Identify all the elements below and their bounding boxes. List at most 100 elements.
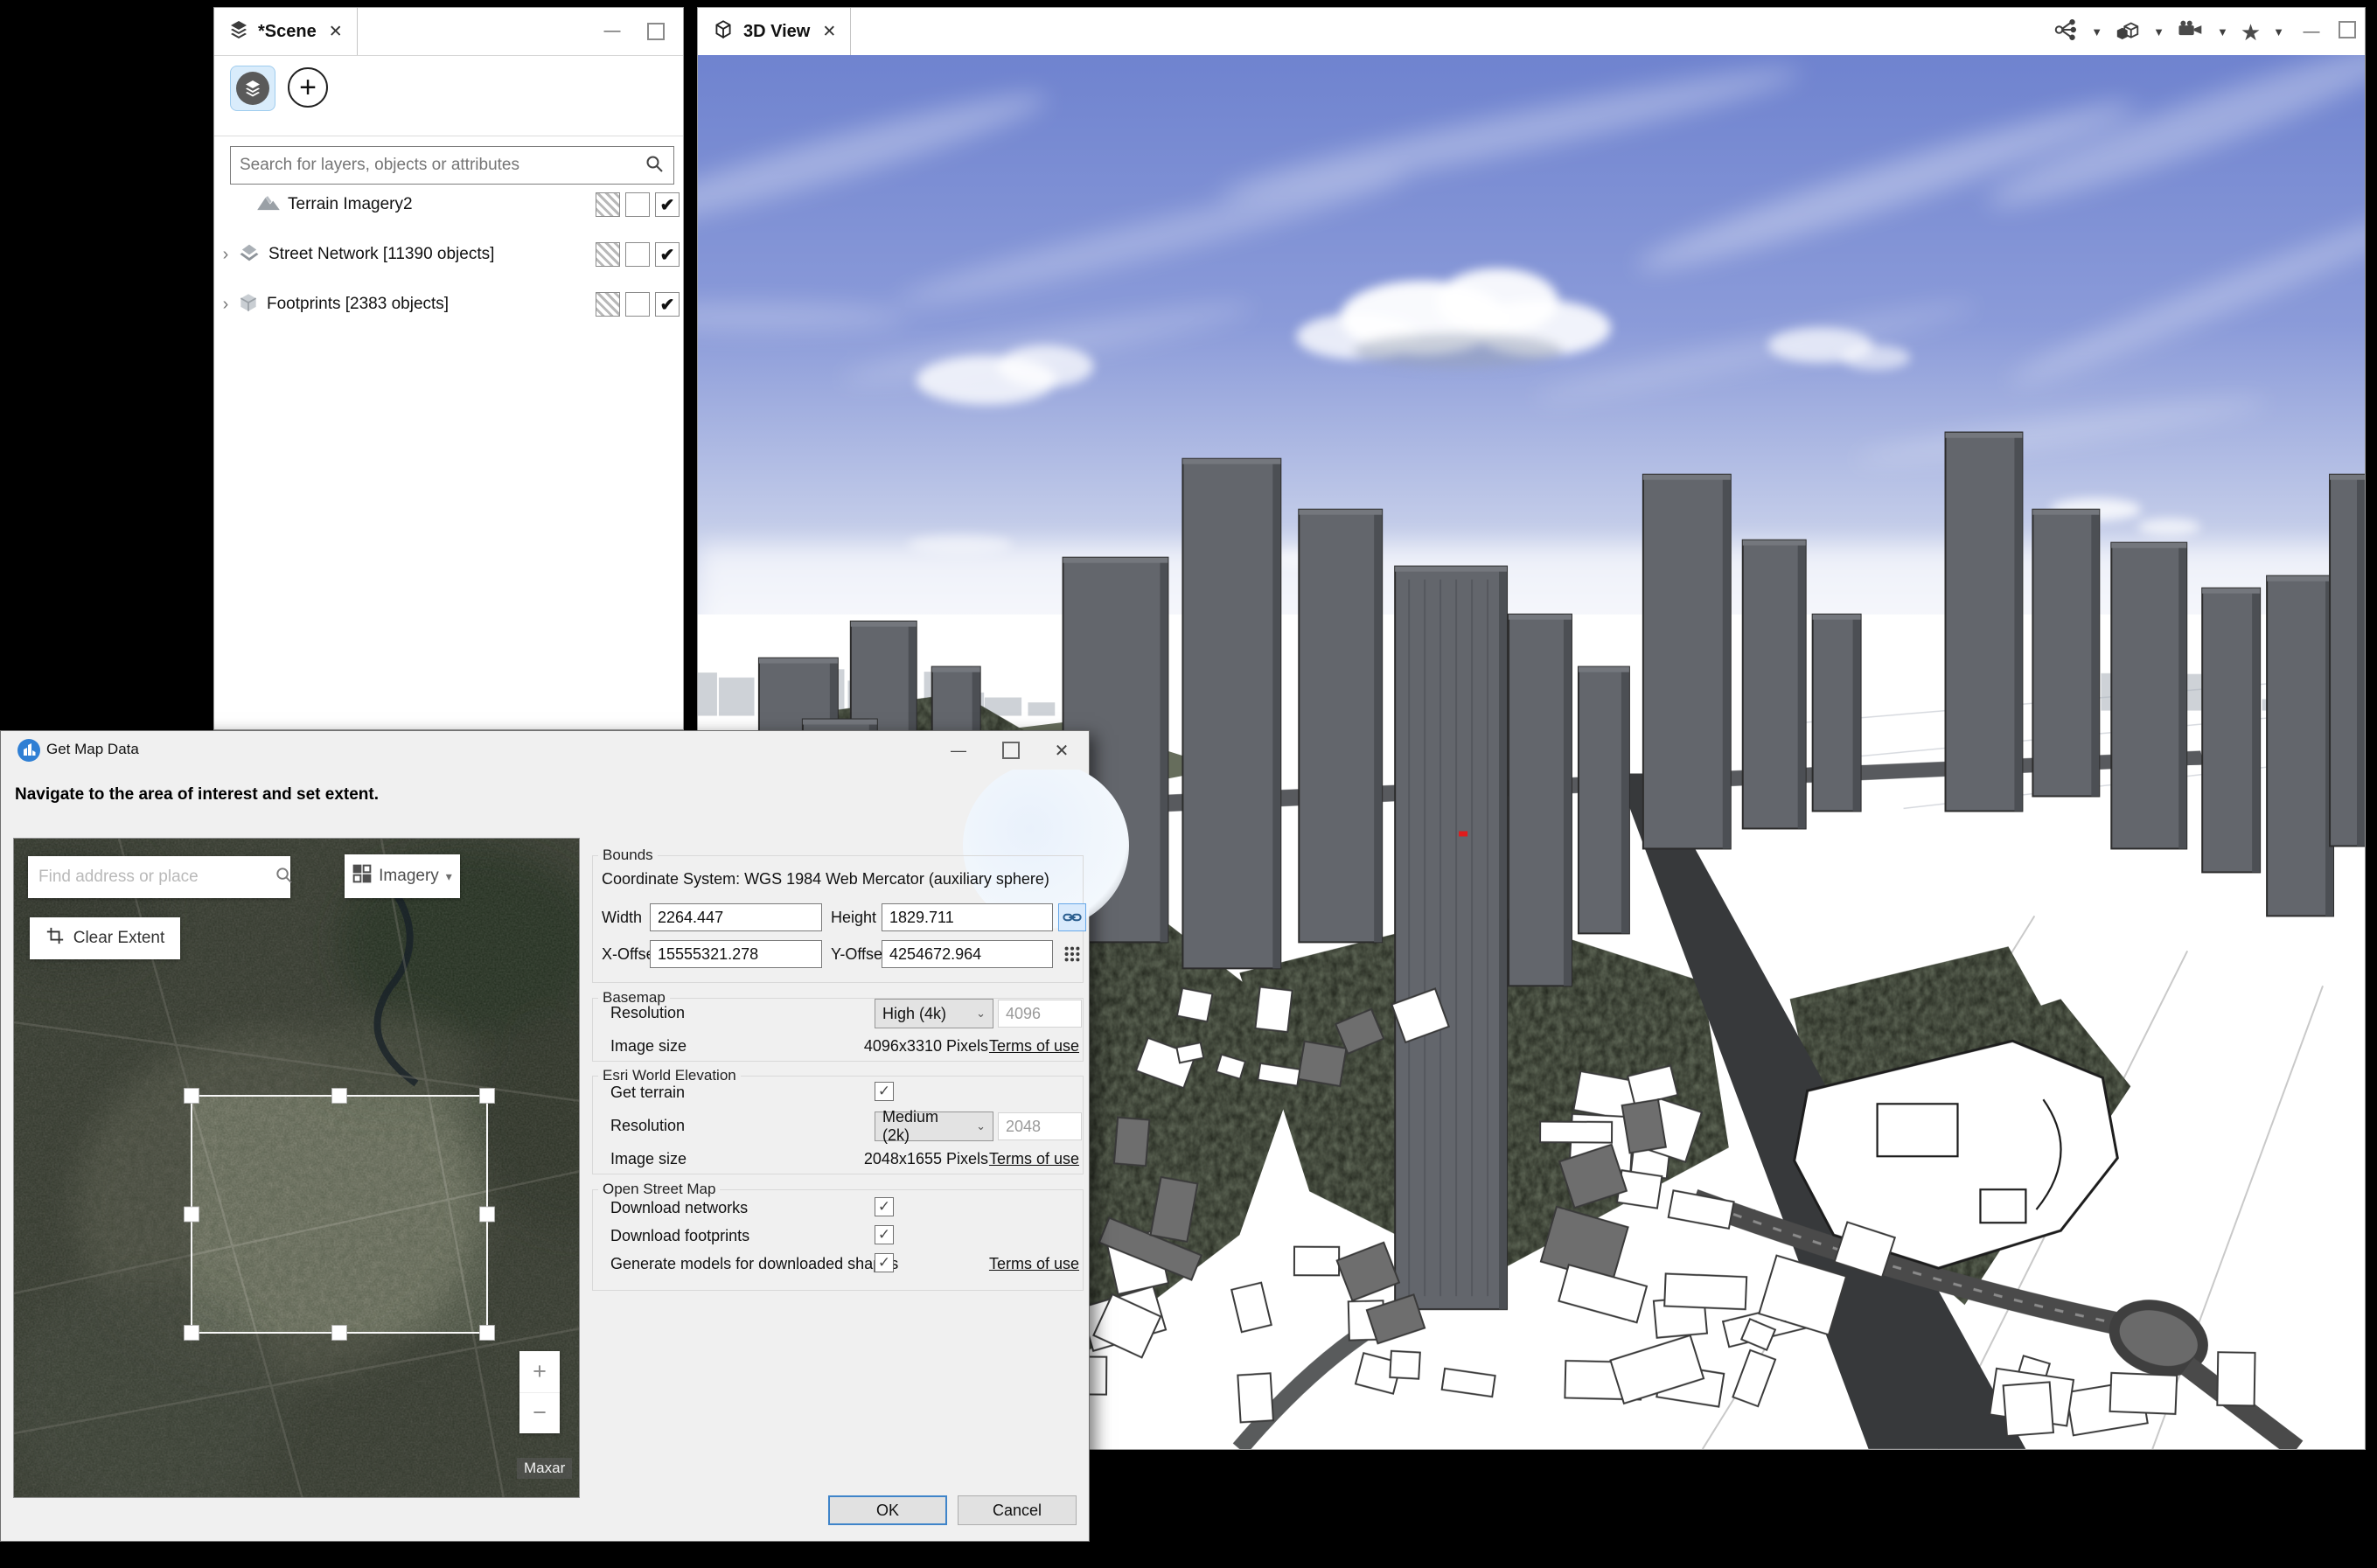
bounds-group-label: Bounds xyxy=(598,847,658,864)
generate-models-checkbox[interactable]: ✓ xyxy=(875,1253,894,1272)
basemap-dropdown-icon: ▾ xyxy=(446,869,452,884)
y-offset-input[interactable] xyxy=(882,941,1052,967)
map-search-input[interactable] xyxy=(28,868,263,887)
tab-scene-label: *Scene xyxy=(258,22,317,42)
width-label: Width xyxy=(602,909,642,927)
basemap-resolution-select[interactable]: High (4k)⌄ xyxy=(875,999,993,1028)
clear-extent-button[interactable]: Clear Extent xyxy=(30,917,180,959)
x-offset-field xyxy=(650,940,822,968)
dialog-maximize-button[interactable] xyxy=(993,736,1029,764)
coordinate-system-text: Coordinate System: WGS 1984 Web Mercator… xyxy=(602,870,1049,889)
add-layer-button[interactable]: + xyxy=(288,67,328,108)
tab-scene-close-icon[interactable]: ✕ xyxy=(325,22,343,42)
basemap-resolution-pixels-field xyxy=(998,1000,1082,1028)
red-marker xyxy=(1459,831,1467,836)
model-cube-icon[interactable] xyxy=(2115,17,2141,47)
layer-row-footprints[interactable]: › Footprints [2383 objects] ✔ xyxy=(214,284,683,324)
tab-3d-view-close-icon[interactable]: ✕ xyxy=(819,22,836,42)
basemap-image-size-label: Image size xyxy=(610,1037,687,1056)
layers-view-button[interactable] xyxy=(230,66,275,111)
elevation-resolution-pixels-field xyxy=(998,1112,1082,1140)
basemap-gallery-button[interactable]: Imagery ▾ xyxy=(345,854,460,898)
elevation-terms-link[interactable]: Terms of use xyxy=(989,1150,1079,1168)
layer-footprints-visible-toggle[interactable]: ✔ xyxy=(655,292,680,317)
elevation-image-size-value: 2048x1655 Pixels xyxy=(864,1150,988,1168)
footprints-layer-icon xyxy=(237,292,260,317)
osm-group-label: Open Street Map xyxy=(598,1181,720,1198)
bookmark-star-icon[interactable]: ★ xyxy=(2241,24,2261,41)
basemap-image-size-value: 4096x3310 Pixels xyxy=(864,1037,988,1056)
app-logo-icon xyxy=(17,738,41,767)
tab-scene[interactable]: *Scene ✕ xyxy=(214,8,358,55)
layer-name: Street Network [11390 objects] xyxy=(268,245,590,264)
zoom-in-button[interactable]: + xyxy=(519,1351,560,1393)
zoom-out-button[interactable]: − xyxy=(519,1393,560,1434)
expand-chevron-icon[interactable]: › xyxy=(214,245,237,265)
lock-aspect-link-button[interactable] xyxy=(1058,903,1086,931)
camera-dropdown-icon[interactable]: ▼ xyxy=(2217,25,2228,38)
tab-3d-view[interactable]: 3D View ✕ xyxy=(698,8,851,55)
layer-footprints-select-toggle[interactable] xyxy=(596,292,620,317)
layer-street-visible-toggle[interactable]: ✔ xyxy=(655,242,680,267)
layers-white-icon xyxy=(236,72,269,105)
y-offset-label: Y-Offset xyxy=(831,945,887,964)
scene-minimize-button[interactable]: — xyxy=(597,18,627,45)
elevation-resolution-select[interactable]: Medium (2k)⌄ xyxy=(875,1112,993,1141)
width-input[interactable] xyxy=(651,904,821,930)
scene-window: *Scene ✕ — + xyxy=(213,7,684,730)
model-dropdown-icon[interactable]: ▼ xyxy=(2153,25,2164,38)
scene-search-input[interactable] xyxy=(231,156,635,175)
basemap-grid-icon xyxy=(352,864,372,889)
offset-grid-button[interactable] xyxy=(1058,940,1086,968)
map-search xyxy=(28,856,290,898)
expand-chevron-icon[interactable]: › xyxy=(214,295,237,315)
download-footprints-checkbox[interactable]: ✓ xyxy=(875,1225,894,1244)
bookmark-dropdown-icon[interactable]: ▼ xyxy=(2273,25,2284,38)
elevation-image-size-label: Image size xyxy=(610,1150,687,1168)
dialog-titlebar: Get Map Data — ✕ xyxy=(1,731,1089,770)
download-networks-label: Download networks xyxy=(610,1199,748,1217)
layer-street-lock-toggle[interactable] xyxy=(625,242,650,267)
download-networks-checkbox[interactable]: ✓ xyxy=(875,1197,894,1216)
layer-footprints-lock-toggle[interactable] xyxy=(625,292,650,317)
street-network-layer-icon xyxy=(237,242,261,268)
map-attribution: Maxar xyxy=(517,1458,572,1479)
height-input[interactable] xyxy=(882,904,1052,930)
layer-terrain-lock-toggle[interactable] xyxy=(625,192,650,217)
map-zoom-control: + − xyxy=(519,1351,560,1433)
basemap-group: Basemap Resolution High (4k)⌄ Image size… xyxy=(592,998,1084,1062)
layer-terrain-visible-toggle[interactable]: ✔ xyxy=(655,192,680,217)
layer-row-street-network[interactable]: › Street Network [11390 objects] ✔ xyxy=(214,234,683,275)
y-offset-field xyxy=(882,940,1053,968)
layer-name: Terrain Imagery2 xyxy=(288,195,590,214)
x-offset-input[interactable] xyxy=(651,941,821,967)
scenario-compare-icon[interactable] xyxy=(2053,17,2079,47)
3d-view-maximize-button[interactable] xyxy=(2339,21,2356,43)
layer-row-terrain[interactable]: Terrain Imagery2 ✔ xyxy=(214,185,683,225)
dialog-title: Get Map Data xyxy=(46,741,139,758)
layer-terrain-select-toggle[interactable] xyxy=(596,192,620,217)
scene-search xyxy=(230,146,674,185)
osm-terms-link[interactable]: Terms of use xyxy=(989,1255,1079,1273)
layer-street-select-toggle[interactable] xyxy=(596,242,620,267)
cancel-button[interactable]: Cancel xyxy=(958,1495,1077,1525)
3d-view-minimize-button[interactable]: — xyxy=(2297,19,2326,45)
layer-name: Footprints [2383 objects] xyxy=(267,295,590,314)
elevation-resolution-label: Resolution xyxy=(610,1117,685,1135)
bounds-group: Bounds Coordinate System: WGS 1984 Web M… xyxy=(592,855,1084,983)
elevation-group: Esri World Elevation Get terrain ✓ Resol… xyxy=(592,1076,1084,1174)
dialog-minimize-button[interactable]: — xyxy=(940,736,977,764)
scene-maximize-button[interactable] xyxy=(641,18,671,45)
basemap-resolution-pixels-input xyxy=(999,1000,1081,1027)
ok-button[interactable]: OK xyxy=(828,1495,947,1525)
extent-map[interactable]: Imagery ▾ Clear Extent + − Maxar xyxy=(13,838,580,1498)
dialog-close-button[interactable]: ✕ xyxy=(1043,736,1080,764)
get-terrain-checkbox[interactable]: ✓ xyxy=(875,1082,894,1101)
3d-view-titlebar: 3D View ✕ ▼ xyxy=(698,8,2365,56)
camera-icon[interactable] xyxy=(2177,17,2205,47)
map-search-icon[interactable] xyxy=(263,865,304,889)
layers-icon xyxy=(228,19,249,45)
basemap-terms-link[interactable]: Terms of use xyxy=(989,1037,1079,1056)
elevation-group-label: Esri World Elevation xyxy=(598,1067,741,1084)
scenario-dropdown-icon[interactable]: ▼ xyxy=(2091,25,2102,38)
